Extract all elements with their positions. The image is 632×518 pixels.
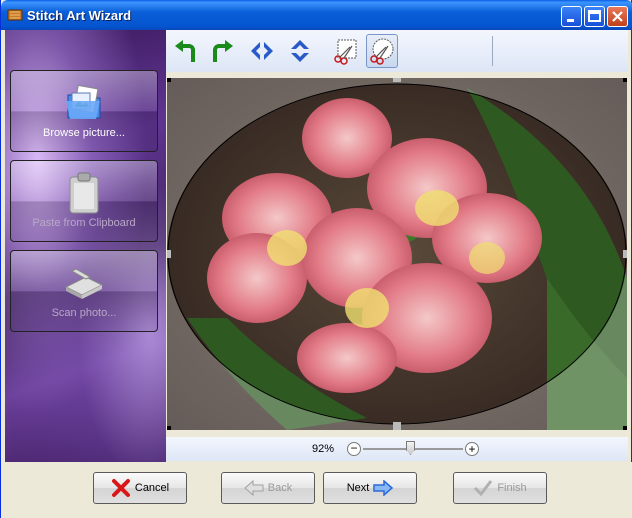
flip-vertical-icon bbox=[291, 40, 309, 62]
checkmark-icon bbox=[474, 480, 493, 497]
wizard-footer: Cancel Back Next Finish bbox=[1, 462, 632, 518]
zoom-in-button[interactable]: + bbox=[465, 442, 479, 456]
minimize-button[interactable] bbox=[561, 6, 582, 27]
zoom-slider-thumb[interactable] bbox=[405, 441, 415, 455]
flip-horizontal-button[interactable] bbox=[246, 34, 278, 68]
flower-photo bbox=[167, 78, 627, 430]
zoom-out-button[interactable]: − bbox=[347, 442, 361, 456]
next-button[interactable]: Next bbox=[323, 472, 417, 504]
wizard-window: Stitch Art Wizard Browse picture... Past… bbox=[0, 0, 632, 518]
scan-photo-label: Scan photo... bbox=[51, 307, 117, 319]
paste-clipboard-button[interactable]: Paste from Clipboard bbox=[10, 160, 158, 242]
window-title: Stitch Art Wizard bbox=[27, 8, 132, 23]
image-preview[interactable] bbox=[167, 78, 627, 430]
cancel-label: Cancel bbox=[134, 482, 170, 494]
next-arrow-icon bbox=[373, 480, 394, 496]
toolbar-separator bbox=[492, 36, 493, 66]
rotate-left-icon bbox=[175, 40, 195, 62]
back-label: Back bbox=[267, 482, 293, 494]
scanner-icon bbox=[64, 268, 104, 299]
crop-rectangle-button[interactable] bbox=[330, 34, 362, 68]
cancel-x-icon bbox=[111, 479, 130, 497]
finish-label: Finish bbox=[497, 482, 527, 494]
minimize-icon bbox=[567, 19, 574, 22]
close-icon bbox=[612, 11, 623, 22]
source-panel: Browse picture... Paste from Clipboard S… bbox=[5, 30, 166, 462]
back-arrow-icon bbox=[244, 480, 264, 496]
maximize-button[interactable] bbox=[584, 6, 605, 27]
flip-vertical-button[interactable] bbox=[284, 34, 316, 68]
flip-horizontal-icon bbox=[251, 42, 273, 60]
browse-picture-button[interactable]: Browse picture... bbox=[10, 70, 158, 152]
rotate-left-button[interactable] bbox=[170, 34, 202, 68]
next-label: Next bbox=[346, 482, 370, 494]
title-bar[interactable]: Stitch Art Wizard bbox=[1, 0, 632, 30]
app-icon bbox=[7, 9, 23, 21]
scan-photo-button[interactable]: Scan photo... bbox=[10, 250, 158, 332]
crop-rectangle-icon bbox=[334, 39, 357, 65]
maximize-icon bbox=[588, 10, 601, 22]
image-toolbar bbox=[166, 30, 628, 72]
browse-picture-label: Browse picture... bbox=[43, 127, 125, 139]
close-button[interactable] bbox=[607, 6, 628, 27]
clipboard-icon bbox=[69, 172, 99, 214]
zoom-bar: 92% − + bbox=[166, 437, 628, 461]
finish-button[interactable]: Finish bbox=[453, 472, 547, 504]
cancel-button[interactable]: Cancel bbox=[93, 472, 187, 504]
crop-ellipse-button[interactable] bbox=[366, 34, 398, 68]
paste-clipboard-label: Paste from Clipboard bbox=[32, 217, 136, 229]
back-button[interactable]: Back bbox=[221, 472, 315, 504]
crop-ellipse-icon bbox=[370, 38, 394, 65]
rotate-right-icon bbox=[213, 40, 233, 62]
folder-pictures-icon bbox=[66, 84, 101, 119]
rotate-right-button[interactable] bbox=[206, 34, 238, 68]
zoom-label: 92% bbox=[312, 443, 335, 455]
